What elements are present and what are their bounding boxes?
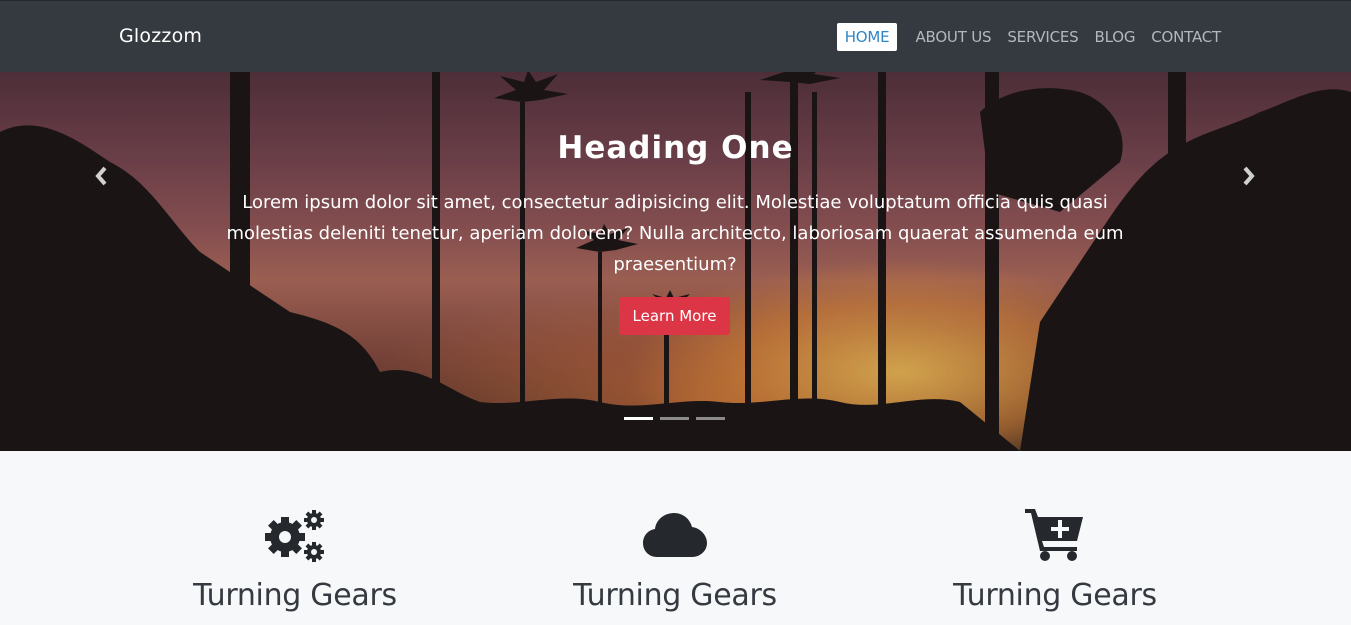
features-section: Turning Gears Turning Gears Turning Gear… <box>0 451 1351 625</box>
carousel-indicators <box>624 417 725 420</box>
hero-text: Lorem ipsum dolor sit amet, consectetur … <box>226 192 1124 275</box>
hero-caption: Heading One Lorem ipsum dolor sit amet, … <box>0 72 1351 451</box>
feature-title: Turning Gears <box>573 578 777 613</box>
feature-title: Turning Gears <box>193 578 397 613</box>
cogs-icon <box>265 510 324 562</box>
cart-plus-icon <box>1025 509 1083 561</box>
carousel-indicator-3[interactable] <box>696 417 725 420</box>
learn-more-button[interactable]: Learn More <box>619 297 730 335</box>
nav-links: HOME ABOUT US SERVICES BLOG CONTACT <box>836 23 1229 51</box>
cloud-icon <box>643 513 707 557</box>
carousel-indicator-2[interactable] <box>660 417 689 420</box>
hero-heading: Heading One <box>557 130 794 166</box>
nav-link-home[interactable]: HOME <box>836 23 898 51</box>
feature-title: Turning Gears <box>953 578 1157 613</box>
nav-link-blog[interactable]: BLOG <box>1087 23 1144 51</box>
nav-link-about-us[interactable]: ABOUT US <box>907 23 999 51</box>
nav-link-contact[interactable]: CONTACT <box>1143 23 1229 51</box>
carousel-indicator-1[interactable] <box>624 417 653 420</box>
brand-logo[interactable]: Glozzom <box>119 25 202 47</box>
chevron-left-icon[interactable] <box>92 164 112 188</box>
hero-carousel: Heading One Lorem ipsum dolor sit amet, … <box>0 72 1351 451</box>
nav-link-services[interactable]: SERVICES <box>999 23 1086 51</box>
navbar: Glozzom HOME ABOUT US SERVICES BLOG CONT… <box>0 0 1351 72</box>
chevron-right-icon[interactable] <box>1240 164 1260 188</box>
